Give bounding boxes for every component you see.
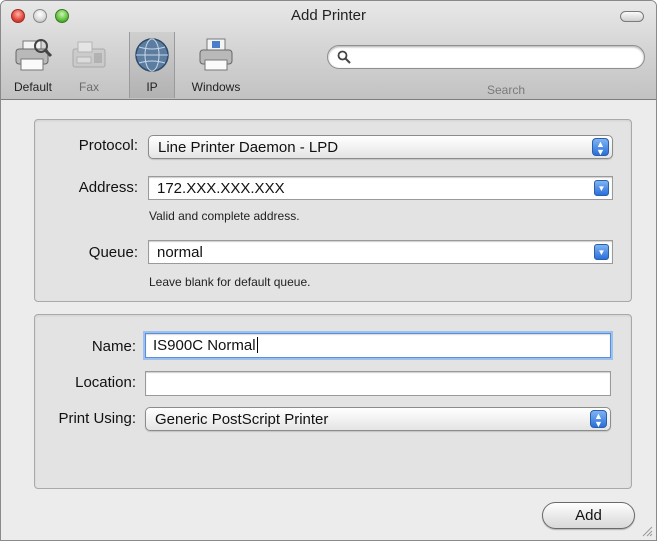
toolbar-windows-label: Windows [191,80,241,94]
updown-arrows-icon: ▲ ▼ [592,138,609,157]
print-using-popup[interactable]: Generic PostScript Printer ▲ ▼ [145,407,611,431]
protocol-value: Line Printer Daemon - LPD [158,139,339,156]
name-label: Name: [91,338,136,355]
queue-label: Queue: [88,244,138,261]
queue-hint: Leave blank for default queue. [149,275,311,289]
location-field[interactable] [145,371,611,396]
toolbar-fax-label: Fax [78,80,99,94]
connection-group: Protocol: Line Printer Daemon - LPD ▲ ▼ A… [34,119,632,302]
toolbar-default-label: Default [13,80,53,94]
default-printer-icon [15,39,53,71]
search-label: Search [486,83,526,97]
address-combo[interactable]: 172.XXX.XXX.XXX ▼ [148,176,613,200]
print-using-label: Print Using: [58,410,136,427]
title-toolbar: Add Printer Default Fax IP Windows Searc… [1,1,656,100]
address-value: 172.XXX.XXX.XXX [157,180,285,197]
search-field[interactable] [327,45,645,69]
name-value: IS900C Normal [153,337,258,354]
chevron-down-icon[interactable]: ▼ [594,244,609,260]
magnifier-icon [337,50,351,64]
toolbar-default[interactable]: Default [4,35,62,94]
search-input[interactable] [356,48,626,66]
toolbar-toggle-button[interactable] [620,11,644,22]
name-field[interactable]: IS900C Normal [145,333,611,358]
add-button[interactable]: Add [542,502,635,529]
queue-combo[interactable]: normal ▼ [148,240,613,264]
chevron-down-icon[interactable]: ▼ [594,180,609,196]
toolbar-ip-label: IP [146,80,158,94]
toolbar-ip[interactable]: IP [129,32,175,98]
address-label: Address: [78,179,138,196]
toolbar-windows[interactable]: Windows [181,35,251,94]
location-label: Location: [75,374,136,391]
windows-printer-icon [199,38,233,71]
address-hint: Valid and complete address. [149,209,300,223]
window-title: Add Printer [290,7,367,24]
search-area: Search [327,45,645,97]
resize-grip-icon[interactable] [642,526,653,537]
queue-value: normal [157,244,203,261]
add-printer-window: Add Printer Default Fax IP Windows Searc… [0,0,657,541]
fax-icon [72,41,106,68]
updown-arrows-icon: ▲ ▼ [590,410,607,429]
globe-icon [135,38,169,72]
printer-info-group: Name: IS900C Normal Location: Print Usin… [34,314,632,489]
protocol-label: Protocol: [78,137,138,154]
protocol-popup[interactable]: Line Printer Daemon - LPD ▲ ▼ [148,135,613,159]
print-using-value: Generic PostScript Printer [155,411,329,428]
toolbar-fax[interactable]: Fax [69,35,109,94]
